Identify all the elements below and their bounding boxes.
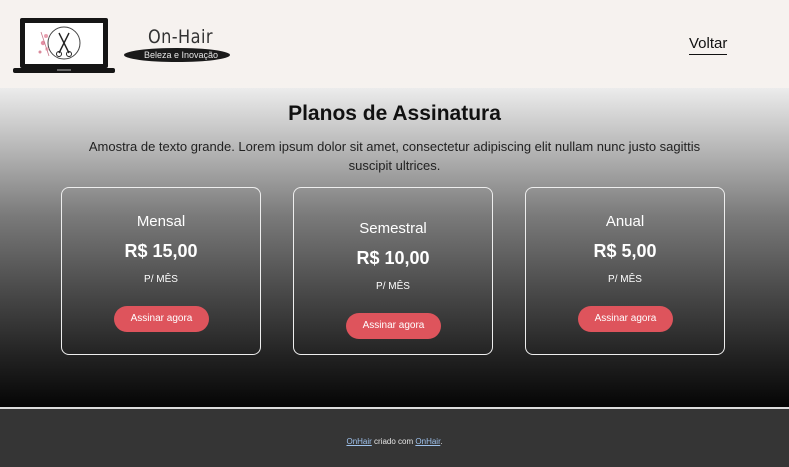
brand-logo: On-Hair Beleza e Inovação	[124, 26, 232, 64]
plan-name: Anual	[605, 213, 645, 230]
plan-period: P/ MÊS	[144, 274, 178, 285]
back-link[interactable]: Voltar	[689, 35, 728, 55]
footer-link-onhair[interactable]: OnHair	[346, 437, 371, 446]
brand-tagline: Beleza e Inovação	[144, 50, 219, 60]
plan-price: R$ 15,00	[124, 241, 198, 261]
plan-price: R$ 5,00	[593, 241, 657, 261]
plans-section: Planos de Assinatura Amostra de texto gr…	[0, 88, 789, 407]
footer-credits: OnHair criado com OnHair.	[0, 437, 789, 446]
plan-name: Semestral	[359, 220, 427, 237]
plan-card-semestral: Semestral R$ 10,00 P/ MÊS Assinar agora	[293, 187, 493, 355]
page-description: Amostra de texto grande. Lorem ipsum dol…	[88, 139, 701, 173]
footer-link-onhair-2[interactable]: OnHair	[415, 437, 440, 446]
header: On-Hair Beleza e Inovação Voltar	[0, 0, 789, 88]
plan-price: R$ 10,00	[356, 248, 430, 268]
footer-text-middle: criado com	[371, 437, 416, 446]
footer-text-end: .	[440, 437, 443, 446]
footer: OnHair criado com OnHair.	[0, 409, 789, 467]
subscribe-button-mensal[interactable]: Assinar agora	[114, 306, 209, 332]
subscribe-button-anual[interactable]: Assinar agora	[578, 306, 673, 332]
plan-card-anual: Anual R$ 5,00 P/ MÊS Assinar agora	[525, 187, 725, 355]
subscribe-button-semestral[interactable]: Assinar agora	[346, 313, 441, 339]
laptop-logo-icon	[13, 18, 115, 73]
plan-period: P/ MÊS	[608, 274, 642, 285]
plan-period: P/ MÊS	[376, 281, 410, 292]
plan-name: Mensal	[136, 213, 186, 230]
brand-name: On-Hair	[148, 26, 213, 48]
page-title: Planos de Assinatura	[288, 102, 501, 125]
plan-card-mensal: Mensal R$ 15,00 P/ MÊS Assinar agora	[61, 187, 261, 355]
